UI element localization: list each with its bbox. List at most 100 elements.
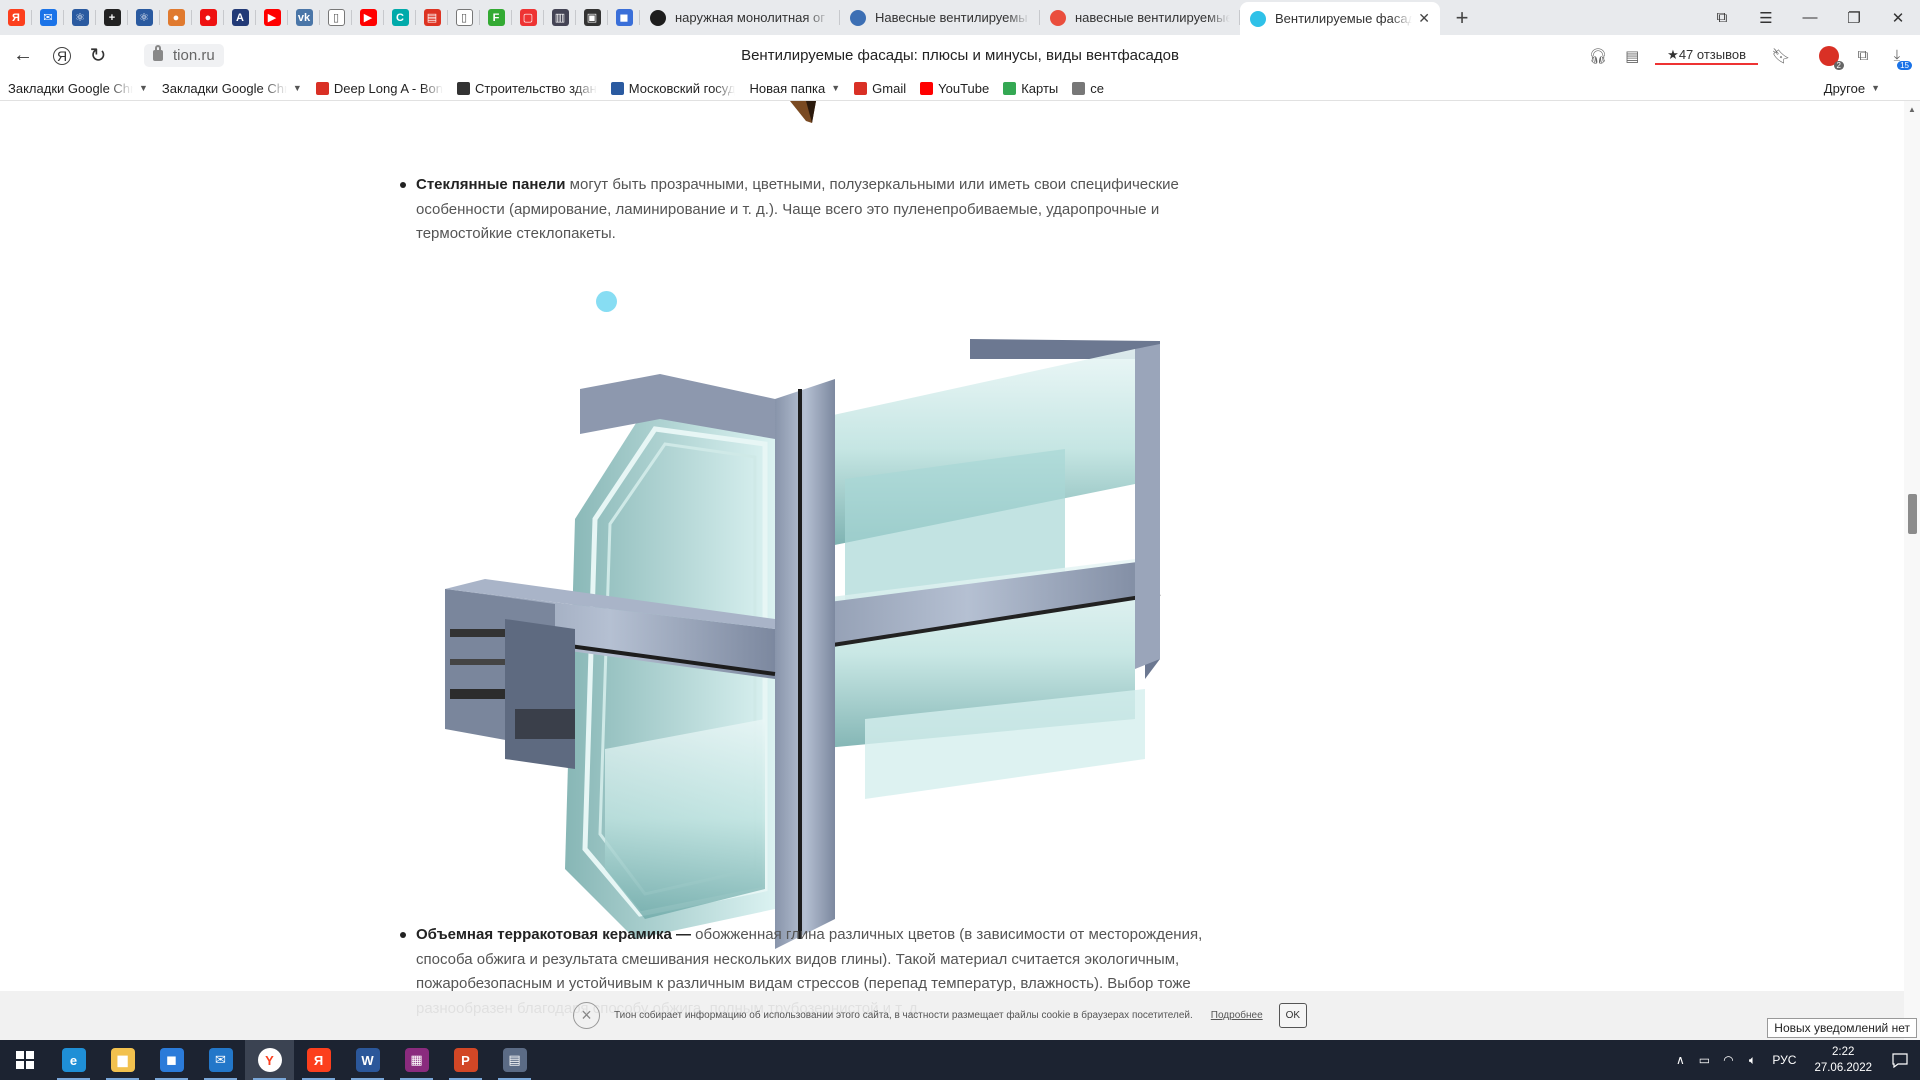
taskbar-app-yandex-browser[interactable]: Y [245, 1040, 294, 1080]
bookmark-item[interactable]: Deep Long A - Bon [315, 81, 443, 96]
bookmark-folder[interactable]: Закладки Google Chrome ▼ [8, 81, 148, 96]
taskbar-app-calculator[interactable]: ▤ [490, 1040, 539, 1080]
pinned-tab[interactable]: ⚛ [64, 0, 96, 35]
new-tab-button[interactable]: + [1444, 0, 1480, 35]
pinned-tab[interactable]: C [384, 0, 416, 35]
taskbar-app-store[interactable]: ◼ [147, 1040, 196, 1080]
taskbar-app-edge[interactable]: e [49, 1040, 98, 1080]
volume-icon[interactable]: 🔈︎ [1740, 1053, 1764, 1068]
notification-tooltip: Новых уведомлений нет [1767, 1018, 1917, 1038]
start-button[interactable] [0, 1040, 49, 1080]
taskbar-app-winrar[interactable]: ▦ [392, 1040, 441, 1080]
pinned-tab[interactable]: ▤ [416, 0, 448, 35]
scroll-up-icon[interactable]: ▲ [1908, 105, 1916, 114]
tab[interactable]: навесные вентилируемые [1040, 0, 1240, 35]
restore-button[interactable]: ❐ [1832, 0, 1876, 35]
calculator-icon: ▤ [502, 1048, 527, 1072]
bookmark-label: Строительство здан [475, 80, 597, 96]
back-button[interactable]: ← [5, 38, 41, 74]
extension-badge: 2 [1833, 60, 1844, 70]
f-icon: F [487, 9, 505, 26]
wifi-icon[interactable]: ◠ [1716, 1053, 1740, 1067]
tab[interactable]: наружная монолитная ог [640, 0, 840, 35]
taskbar-app-explorer[interactable]: ▆ [98, 1040, 147, 1080]
pinned-tab[interactable]: ▢ [512, 0, 544, 35]
bookmark-item[interactable]: YouTube [920, 81, 989, 96]
window-controls: ⧉ ☰ — ❐ ✕ [1700, 0, 1920, 35]
bookmark-folder[interactable]: Закладки Google Chrome ▼ [162, 81, 302, 96]
pinned-tab[interactable]: ⚛ [128, 0, 160, 35]
close-window-button[interactable]: ✕ [1876, 0, 1920, 35]
bookmark-item[interactable]: Gmail [854, 81, 906, 96]
explorer-icon: ▆ [110, 1048, 135, 1072]
minimize-button[interactable]: — [1788, 0, 1832, 35]
tab-favicon-icon [1250, 10, 1266, 27]
bookmark-icon[interactable]: 🔖︎ [1764, 39, 1798, 73]
taskbar-app-mail[interactable]: ✉ [196, 1040, 245, 1080]
close-tab-icon[interactable]: ✕ [1418, 10, 1430, 27]
tab[interactable]: Навесные вентилируемы [840, 0, 1040, 35]
language-indicator[interactable]: РУС [1764, 1053, 1804, 1067]
taskbar-app-yandex[interactable]: Я [294, 1040, 343, 1080]
menu-icon[interactable]: ☰ [1744, 0, 1788, 35]
pinned-tab[interactable]: ▯ [448, 0, 480, 35]
pinned-tab[interactable]: ▥ [544, 0, 576, 35]
chevron-up-icon[interactable]: ∧ [1668, 1053, 1692, 1067]
yandex-home-button[interactable]: Я [53, 46, 71, 65]
battery-icon[interactable]: ▭ [1692, 1053, 1716, 1067]
cookie-banner: × Тион собирает информацию об использова… [0, 991, 1904, 1040]
pinned-tab[interactable]: + [96, 0, 128, 35]
pinned-tab[interactable]: ● [192, 0, 224, 35]
collections-panel-icon[interactable]: ⧉ [1846, 39, 1880, 73]
url-field[interactable]: tion.ru [144, 44, 224, 67]
pinned-tab[interactable]: ▶ [256, 0, 288, 35]
atom-icon: ⚛ [71, 9, 89, 26]
bookmark-label: Карты [1021, 80, 1059, 96]
action-center-icon[interactable] [1880, 1040, 1920, 1080]
tab[interactable]: Вентилируемые фасады ✕ [1240, 2, 1440, 35]
page-scrollbar[interactable]: ▲ [1904, 101, 1920, 1040]
bookmark-item[interactable]: Московский госуд [610, 81, 735, 96]
tab-favicon-icon [1050, 9, 1066, 26]
collections-icon[interactable]: ⧉ [1700, 0, 1744, 35]
pinned-tab[interactable]: Я [0, 0, 32, 35]
bookmark-item[interactable]: се [1072, 81, 1104, 96]
reader-icon[interactable]: ▤ [1615, 39, 1649, 73]
pinned-tab[interactable]: ● [160, 0, 192, 35]
edge-icon: e [61, 1048, 86, 1072]
list-item-title: Объемная терракотовая керамика — [416, 926, 691, 943]
pinned-tab[interactable]: ▶ [352, 0, 384, 35]
bank-icon: ▥ [551, 9, 569, 26]
taskbar-app-word[interactable]: W [343, 1040, 392, 1080]
bookmark-favicon-icon [920, 81, 934, 95]
pinned-tab[interactable]: F [480, 0, 512, 35]
close-cookie-icon[interactable]: × [573, 1002, 600, 1029]
pinned-tab[interactable]: ▯ [320, 0, 352, 35]
cookie-more-link[interactable]: Подробнее [1211, 1010, 1263, 1021]
headphones-icon[interactable]: 🎧︎ [1581, 39, 1615, 73]
bookmark-folder[interactable]: Новая папка ▼ [749, 81, 840, 96]
pinned-tab[interactable]: ◼ [608, 0, 640, 35]
cookie-ok-button[interactable]: OK [1278, 1003, 1308, 1028]
pinned-tab[interactable]: ▣ [576, 0, 608, 35]
yandex-browser-icon: Y [257, 1048, 282, 1072]
record-icon: ● [199, 9, 217, 26]
taskbar-app-powerpoint[interactable]: P [441, 1040, 490, 1080]
pinned-tab[interactable]: ✉ [32, 0, 64, 35]
bookmark-favicon-icon [1072, 81, 1086, 95]
pinned-tab[interactable]: vk [288, 0, 320, 35]
clock[interactable]: 2:22 27.06.2022 [1814, 1044, 1872, 1076]
bookmark-item[interactable]: Карты [1003, 81, 1058, 96]
other-bookmarks[interactable]: Другое ▼ [1824, 81, 1880, 96]
bookmark-item[interactable]: Строительство здан [457, 81, 597, 96]
reviews-link[interactable]: ★47 отзывов [1655, 47, 1758, 65]
bookmark-label: Закладки Google Chrome [161, 80, 287, 96]
scrollbar-thumb[interactable] [1908, 494, 1917, 534]
pinned-tab[interactable]: A [224, 0, 256, 35]
atom-icon: ⚛ [135, 9, 153, 26]
downloads-icon[interactable]: ⤓ 15 [1880, 39, 1914, 73]
mail-icon: ✉ [39, 9, 57, 26]
adblock-extension-icon[interactable]: 2 [1812, 39, 1846, 73]
avatar-icon: ● [167, 9, 185, 26]
reload-button[interactable]: ↻ [80, 38, 116, 74]
